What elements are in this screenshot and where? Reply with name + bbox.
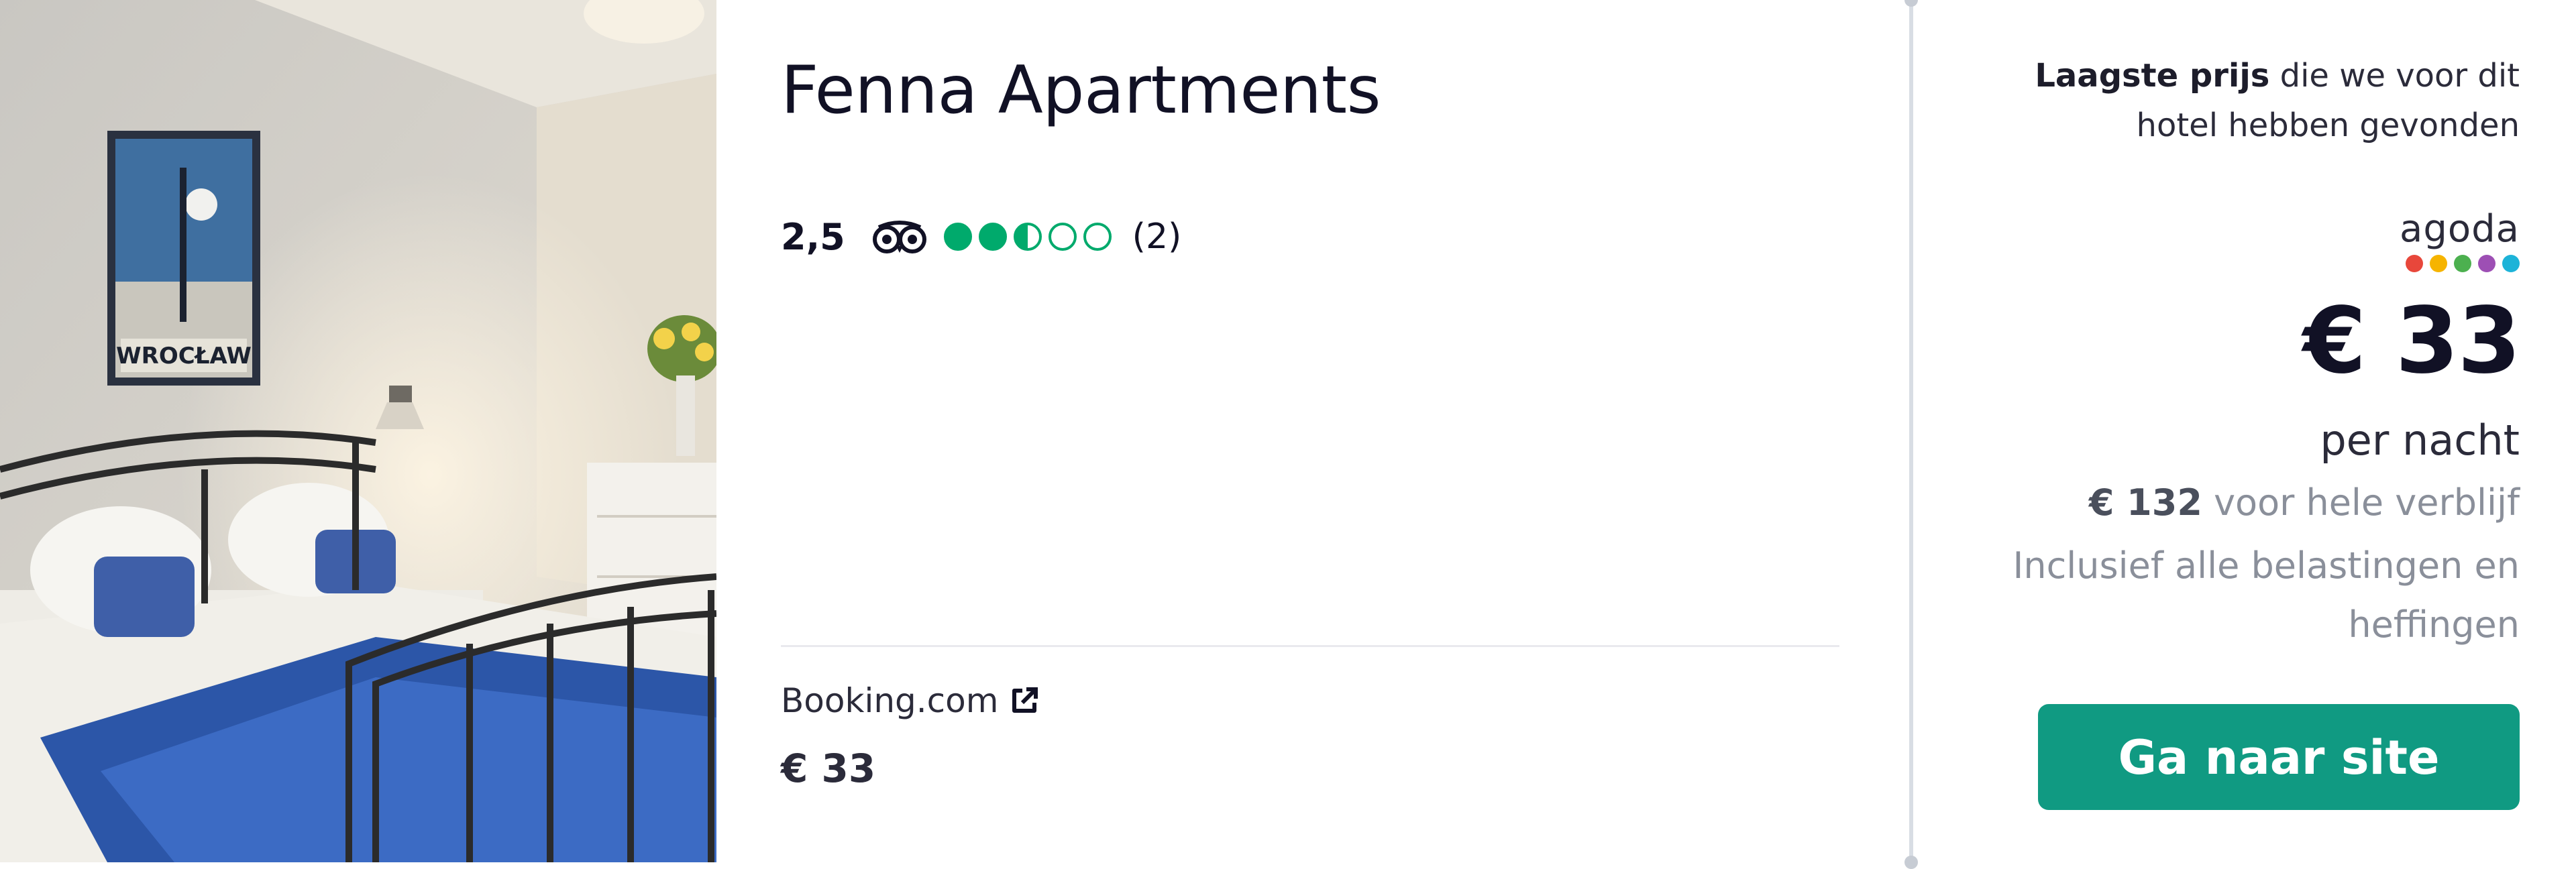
agoda-logo-dots <box>2400 255 2520 272</box>
agoda-dot <box>2454 255 2471 272</box>
price-panel: Laagste prijs die we voor dit hotel hebb… <box>1913 0 2576 862</box>
total-price-value: € 132 <box>2088 481 2202 524</box>
deal-price: € 33 <box>2302 288 2521 394</box>
divider <box>781 645 1839 647</box>
lowest-price-label: Laagste prijs <box>2035 57 2270 95</box>
agoda-dot <box>2430 255 2447 272</box>
rating-bubble-full <box>943 223 972 251</box>
total-stay-price: € 132 voor hele verblijf <box>2089 481 2520 524</box>
provider-name[interactable]: Booking.com <box>781 681 998 720</box>
hotel-result-card[interactable]: WROCŁAW Fenna Apartments 2,5 (2) Booking… <box>0 0 2576 869</box>
rating-bubble-half <box>1013 223 1042 251</box>
lowest-price-note: Laagste prijs die we voor dit hotel hebb… <box>1970 51 2520 150</box>
go-to-site-button[interactable]: Ga naar site <box>2038 704 2520 810</box>
external-link-icon[interactable] <box>1009 685 1040 716</box>
agoda-logo: agoda <box>2400 209 2520 272</box>
provider-link[interactable]: Booking.com <box>781 681 1040 720</box>
agoda-logo-text: agoda <box>2400 207 2520 251</box>
hotel-info: Fenna Apartments 2,5 (2) Booking.com € 3… <box>716 0 1912 862</box>
per-night-label: per nacht <box>2320 416 2520 465</box>
total-price-label: voor hele verblijf <box>2202 481 2520 524</box>
rating-bubbles <box>943 222 1118 251</box>
provider-price[interactable]: € 33 <box>781 746 875 791</box>
rating-bubble-empty <box>1048 223 1077 251</box>
rating-bubble-full <box>978 223 1007 251</box>
tripadvisor-owl-icon <box>872 221 926 253</box>
agoda-dot <box>2478 255 2496 272</box>
taxes-note: Inclusief alle belastingen en heffingen <box>2012 544 2520 646</box>
review-count[interactable]: (2) <box>1132 217 1182 257</box>
svg-text:WROCŁAW: WROCŁAW <box>116 343 252 369</box>
rating-bubble-empty <box>1083 223 1112 251</box>
agoda-dot <box>2406 255 2423 272</box>
rating-score: 2,5 <box>781 215 845 258</box>
hotel-name[interactable]: Fenna Apartments <box>781 52 1381 129</box>
rating-row[interactable]: 2,5 (2) <box>781 207 1181 267</box>
hotel-photo[interactable]: WROCŁAW <box>0 0 716 862</box>
poster-caption: WROCŁAW <box>116 343 252 369</box>
agoda-dot <box>2502 255 2520 272</box>
